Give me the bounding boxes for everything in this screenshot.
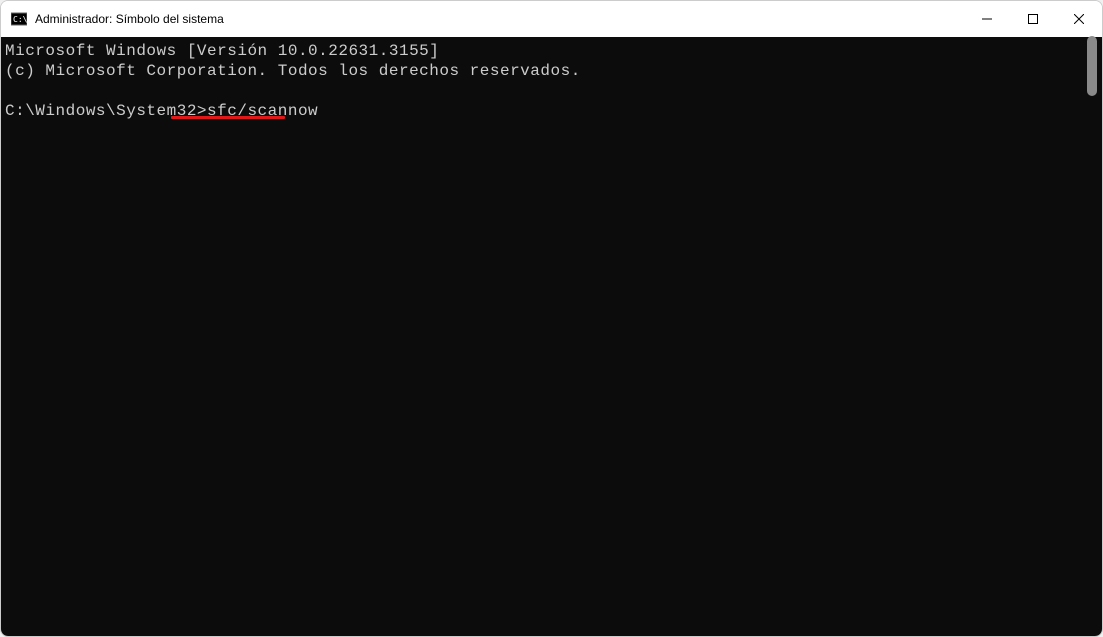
maximize-icon	[1028, 14, 1038, 24]
close-button[interactable]	[1056, 1, 1102, 37]
terminal-area[interactable]: Microsoft Windows [Versión 10.0.22631.31…	[1, 37, 1102, 636]
window-controls	[964, 1, 1102, 37]
maximize-button[interactable]	[1010, 1, 1056, 37]
terminal-output-line: Microsoft Windows [Versión 10.0.22631.31…	[5, 41, 1098, 61]
close-icon	[1074, 14, 1084, 24]
red-underline-annotation	[171, 116, 285, 119]
window-title: Administrador: Símbolo del sistema	[35, 12, 224, 26]
cmd-window: C:\ Administrador: Símbolo del sistema	[0, 0, 1103, 637]
terminal-prompt-line: C:\Windows\System32>sfc/scannow	[5, 101, 1098, 121]
titlebar[interactable]: C:\ Administrador: Símbolo del sistema	[1, 1, 1102, 37]
terminal-blank-line	[5, 81, 1098, 101]
minimize-button[interactable]	[964, 1, 1010, 37]
scrollbar-thumb[interactable]	[1087, 36, 1097, 96]
minimize-icon	[982, 14, 992, 24]
terminal-output-line: (c) Microsoft Corporation. Todos los der…	[5, 61, 1098, 81]
svg-text:C:\: C:\	[13, 15, 27, 24]
cmd-icon: C:\	[11, 11, 27, 27]
titlebar-left: C:\ Administrador: Símbolo del sistema	[11, 11, 224, 27]
